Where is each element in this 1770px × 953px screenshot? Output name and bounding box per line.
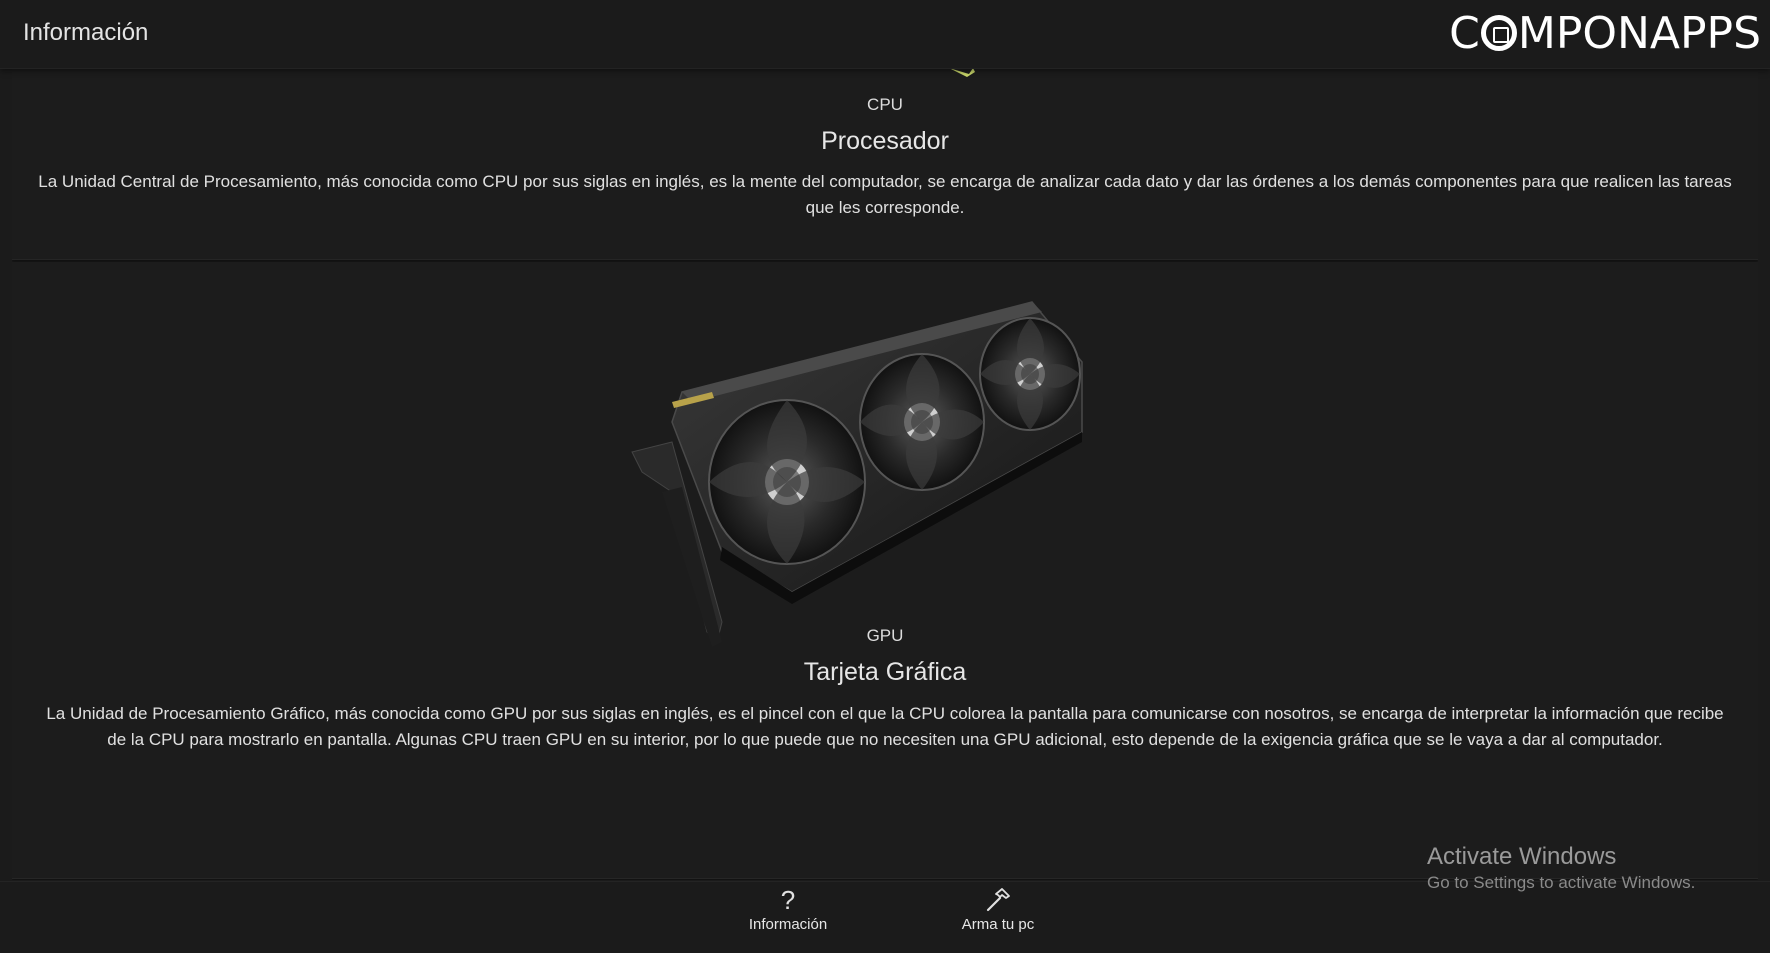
brand-text-start: C (1449, 7, 1480, 59)
nav-label: Arma tu pc (961, 916, 1035, 933)
watermark-subtitle: Go to Settings to activate Windows. (1427, 873, 1696, 892)
nav-item-arma-tu-pc[interactable]: Arma tu pc (918, 886, 1078, 946)
hammer-icon (918, 886, 1078, 914)
component-heading: Procesador (821, 127, 949, 155)
chip-logo-icon (1480, 15, 1517, 51)
windows-activation-watermark: Activate Windows Go to Settings to activ… (1427, 843, 1695, 895)
nav-item-informacion[interactable]: ? Información (708, 886, 868, 946)
component-card-cpu: CPU Procesador La Unidad Central de Proc… (12, 69, 1758, 260)
brand-text-end: MPONAPPS (1517, 7, 1761, 59)
question-mark-icon: ? (780, 885, 796, 915)
nav-label: Información (748, 916, 828, 933)
scroll-content[interactable]: CPU Procesador La Unidad Central de Proc… (12, 69, 1758, 880)
watermark-title: Activate Windows (1427, 843, 1617, 870)
page-title: Información (23, 19, 149, 46)
cpu-image (951, 69, 975, 77)
brand-logo: C MPONAPPS (1449, 7, 1761, 59)
component-description: La Unidad de Procesamiento Gráfico, más … (46, 704, 1724, 749)
component-heading: Tarjeta Gráfica (803, 658, 967, 686)
component-description: La Unidad Central de Procesamiento, más … (38, 172, 1732, 217)
component-tag: CPU (867, 95, 903, 114)
component-tag: GPU (866, 626, 904, 645)
component-card-gpu: GPU Tarjeta Gráfica La Unidad de Procesa… (12, 262, 1758, 879)
app-header: Información C MPONAPPS (0, 0, 1770, 69)
